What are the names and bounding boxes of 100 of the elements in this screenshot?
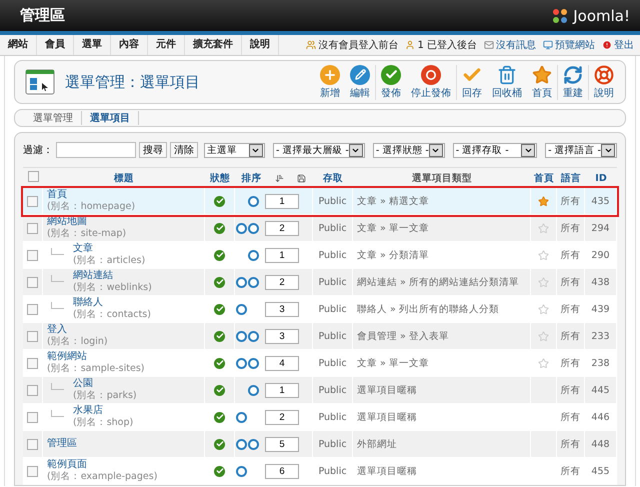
- toolbar-button[interactable]: 停止發佈: [406, 64, 456, 100]
- toolbar-button[interactable]: 新增: [315, 64, 345, 100]
- row-checkbox[interactable]: [27, 412, 38, 422]
- menu-item[interactable]: 會員: [37, 35, 74, 55]
- move-up-icon[interactable]: [236, 358, 246, 368]
- menu-item[interactable]: 內容: [111, 35, 148, 55]
- table-row[interactable]: 公園 (別名：parks) 1 Public 選單項目暱稱 所有 445: [23, 377, 617, 404]
- move-down-icon[interactable]: [248, 276, 258, 288]
- toolbar-button[interactable]: 重建: [557, 64, 588, 100]
- filter-button[interactable]: 清除: [170, 142, 198, 158]
- select-all-checkbox[interactable]: [28, 171, 38, 182]
- status-link[interactable]: 預覽網站: [543, 38, 595, 52]
- row-checkbox[interactable]: [27, 276, 38, 288]
- item-title-link[interactable]: 範例頁面: [47, 459, 158, 471]
- toolbar-button[interactable]: 說明: [588, 64, 619, 100]
- star-icon[interactable]: [538, 222, 549, 234]
- published-icon[interactable]: [214, 250, 225, 260]
- filter-select[interactable]: - 選擇存取 -: [452, 142, 538, 158]
- published-icon[interactable]: [214, 304, 225, 314]
- column-header[interactable]: 存取: [313, 172, 353, 184]
- move-down-icon[interactable]: [248, 250, 258, 260]
- order-input[interactable]: 1: [265, 194, 299, 208]
- published-icon[interactable]: [214, 412, 225, 422]
- filter-input[interactable]: [56, 142, 136, 158]
- table-row[interactable]: 聯絡人 (別名：contacts) 3 Public 聯絡人 » 列出所有的聯絡人分類 所有 439: [23, 296, 617, 323]
- status-link[interactable]: 登出: [602, 38, 634, 52]
- published-icon[interactable]: [214, 276, 225, 288]
- column-header[interactable]: 首頁: [531, 172, 557, 184]
- move-up-icon[interactable]: [236, 438, 246, 450]
- move-down-icon[interactable]: [248, 330, 258, 342]
- item-title-link[interactable]: 公園: [73, 378, 137, 390]
- published-icon[interactable]: [214, 438, 225, 450]
- item-title-link[interactable]: 登入: [47, 324, 108, 336]
- menu-item[interactable]: 選單: [74, 35, 111, 55]
- filter-select[interactable]: - 選擇最大層級 -: [272, 142, 365, 158]
- move-up-icon[interactable]: [236, 330, 246, 342]
- menu-item[interactable]: 元件: [148, 35, 185, 55]
- order-input[interactable]: 2: [265, 220, 299, 236]
- move-down-icon[interactable]: [248, 384, 258, 396]
- table-row[interactable]: 管理區 5 Public 外部網址 所有 448: [23, 431, 617, 458]
- star-icon[interactable]: [538, 358, 549, 368]
- toolbar-button[interactable]: 回存: [456, 64, 487, 100]
- item-title-link[interactable]: 網站連結: [73, 270, 152, 282]
- row-checkbox[interactable]: [27, 466, 38, 476]
- table-row[interactable]: 首頁 (別名：homepage) 1 Public 文章 » 精選文章 所有 435: [23, 188, 617, 215]
- item-title-link[interactable]: 聯絡人: [73, 297, 151, 309]
- status-link[interactable]: 沒有訊息: [484, 38, 536, 52]
- move-up-icon[interactable]: [236, 222, 246, 234]
- order-input[interactable]: 2: [265, 410, 299, 424]
- order-input[interactable]: 1: [265, 382, 299, 398]
- submenu-tab[interactable]: 選單管理: [25, 111, 82, 125]
- filter-button[interactable]: 搜尋: [139, 142, 167, 158]
- row-checkbox[interactable]: [27, 304, 38, 314]
- move-up-icon[interactable]: [236, 304, 246, 314]
- published-icon[interactable]: [214, 466, 225, 476]
- published-icon[interactable]: [214, 222, 225, 234]
- menu-item[interactable]: 說明: [242, 35, 279, 55]
- column-header[interactable]: ID: [585, 172, 617, 184]
- toolbar-button[interactable]: 回收桶: [487, 64, 527, 100]
- sort-icon[interactable]: [274, 174, 284, 182]
- filter-select[interactable]: - 選擇語言 -: [545, 142, 617, 158]
- move-up-icon[interactable]: [236, 466, 246, 476]
- toolbar-button[interactable]: 發佈: [375, 64, 406, 100]
- row-checkbox[interactable]: [27, 384, 38, 396]
- table-row[interactable]: 文章 (別名：articles) 1 Public 文章 » 分類清單 所有 290: [23, 242, 617, 269]
- column-header[interactable]: 標題: [43, 172, 205, 184]
- order-input[interactable]: 3: [265, 302, 299, 316]
- table-row[interactable]: 範例網站 (別名：sample-sites) 4 Public 文章 » 單一文章 所有 238: [23, 350, 617, 377]
- row-checkbox[interactable]: [27, 330, 38, 342]
- filter-select[interactable]: - 選擇狀態 -: [372, 142, 445, 158]
- order-input[interactable]: 2: [265, 274, 299, 290]
- item-title-link[interactable]: 範例網站: [47, 351, 144, 363]
- move-down-icon[interactable]: [248, 358, 258, 368]
- menu-item[interactable]: 網站: [0, 35, 37, 55]
- item-title-link[interactable]: 首頁: [47, 189, 136, 201]
- row-checkbox[interactable]: [27, 196, 38, 206]
- row-checkbox[interactable]: [27, 358, 38, 368]
- item-title-link[interactable]: 文章: [73, 243, 146, 255]
- row-checkbox[interactable]: [27, 250, 38, 260]
- toolbar-button[interactable]: 首頁: [527, 64, 557, 100]
- order-input[interactable]: 5: [265, 436, 299, 452]
- order-input[interactable]: 1: [265, 248, 299, 262]
- table-row[interactable]: 網站連結 (別名：weblinks) 2 Public 網站連結 » 所有的網站連結分類清單 所有 438: [23, 269, 617, 296]
- save-order-icon[interactable]: [297, 174, 306, 182]
- row-checkbox[interactable]: [27, 222, 38, 234]
- move-up-icon[interactable]: [236, 412, 246, 422]
- menu-item[interactable]: 擴充套件: [185, 35, 242, 55]
- column-header[interactable]: 語言: [557, 172, 585, 184]
- column-header[interactable]: 排序: [242, 172, 262, 184]
- table-row[interactable]: 水果店 (別名：shop) 2 Public 選單項目暱稱 所有 446: [23, 404, 617, 431]
- filter-select[interactable]: 主選單: [204, 142, 265, 158]
- submenu-tab[interactable]: 選單項目: [82, 111, 139, 125]
- move-down-icon[interactable]: [248, 222, 258, 234]
- move-up-icon[interactable]: [236, 276, 246, 288]
- star-icon[interactable]: [538, 196, 549, 206]
- table-row[interactable]: 登入 (別名：login) 3 Public 會員管理 » 登入表單 所有 233: [23, 323, 617, 350]
- star-icon[interactable]: [538, 276, 549, 288]
- move-down-icon[interactable]: [248, 196, 258, 206]
- table-row[interactable]: 範例頁面 (別名：example-pages) 6 Public 選單項目暱稱 所有 455: [23, 458, 617, 485]
- published-icon[interactable]: [214, 384, 225, 396]
